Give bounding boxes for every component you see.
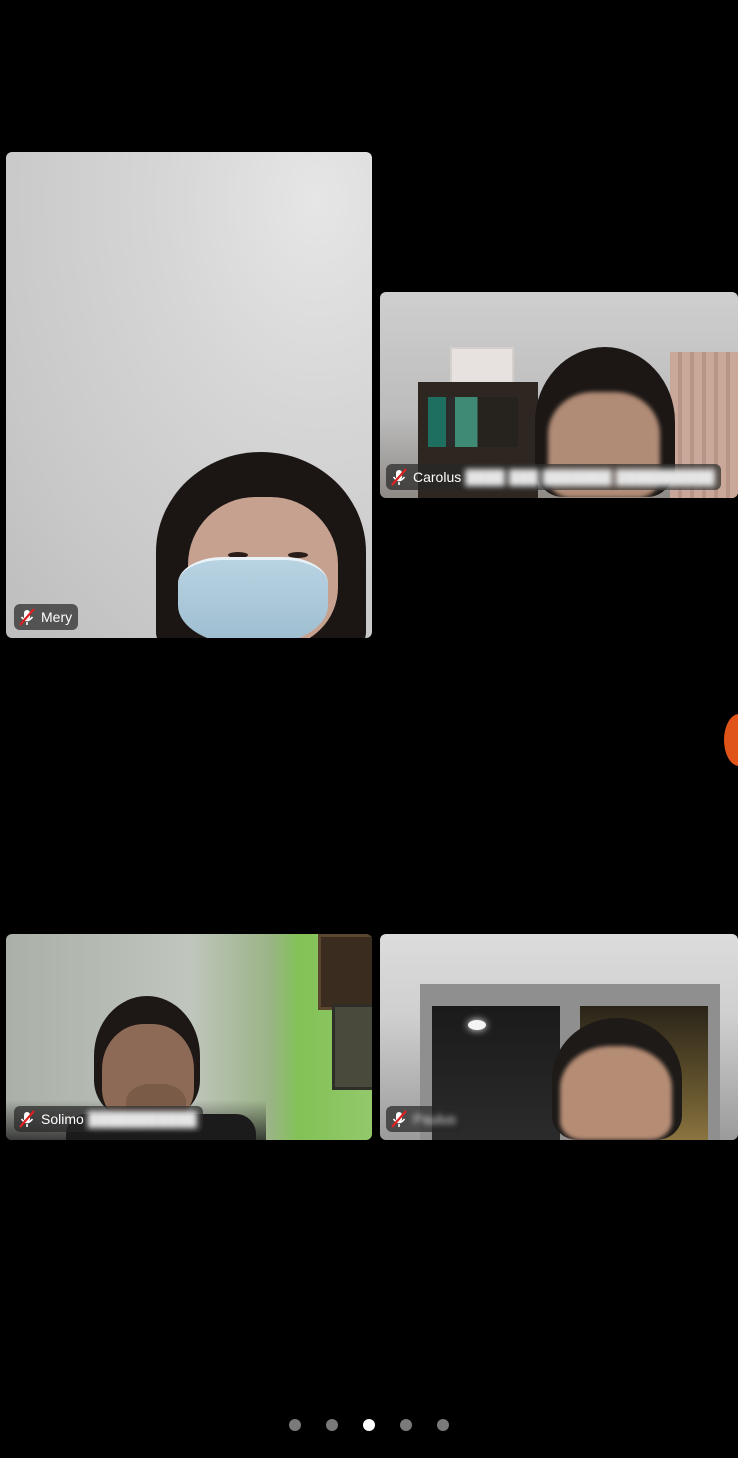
floating-edge-indicator[interactable] <box>724 714 738 766</box>
video-tile-carolus[interactable]: Carolus ████ ███ ███████ ██████████ <box>380 292 738 498</box>
video-tile-paulus[interactable]: Paulus <box>380 934 738 1140</box>
participant-name: Mery <box>41 609 73 625</box>
mic-off-icon <box>19 608 35 626</box>
mic-off-icon <box>19 1110 35 1128</box>
participant-name-badge: Mery <box>14 604 79 630</box>
meeting-gallery-view: Mery Carolus ████ ███ ███████ ██████████ <box>0 0 738 1458</box>
mic-off-icon <box>391 1110 407 1128</box>
participant-name: Solimo <box>41 1111 84 1127</box>
page-dot-2[interactable] <box>326 1419 338 1431</box>
video-tile-mery[interactable]: Mery <box>6 152 372 638</box>
video-tile-solimo[interactable]: Solimo ███████████ <box>6 934 372 1140</box>
page-dot-1[interactable] <box>289 1419 301 1431</box>
participant-name: Paulus <box>413 1111 456 1127</box>
page-dot-5[interactable] <box>437 1419 449 1431</box>
blurred-name-text: ████ ███ ███████ ██████████ <box>465 469 715 485</box>
participant-name: Carolus <box>413 469 462 485</box>
mic-off-icon <box>391 468 407 486</box>
page-indicator <box>0 1415 738 1435</box>
participant-name-badge: Paulus <box>386 1106 462 1132</box>
participant-name-badge: Solimo ███████████ <box>14 1106 203 1132</box>
participant-name-badge: Carolus ████ ███ ███████ ██████████ <box>386 464 721 490</box>
page-dot-3[interactable] <box>363 1419 375 1431</box>
blurred-name-text: ███████████ <box>87 1111 197 1127</box>
page-dot-4[interactable] <box>400 1419 412 1431</box>
